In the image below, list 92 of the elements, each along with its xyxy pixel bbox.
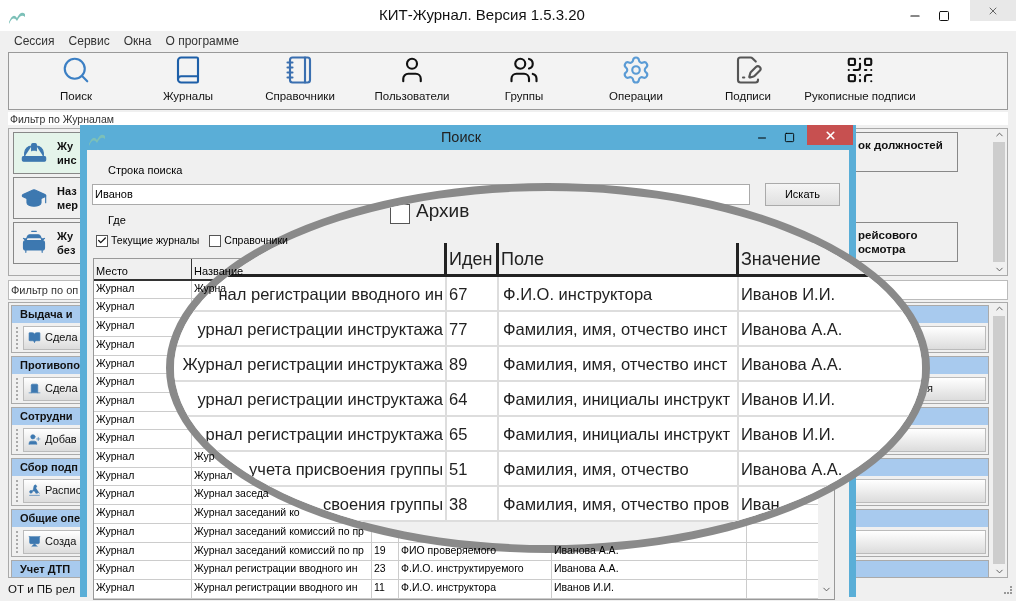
table-cell: Жур bbox=[194, 450, 215, 463]
column-header[interactable]: Место bbox=[96, 264, 128, 277]
table-cell: Иванов И.И. bbox=[741, 283, 836, 304]
table-cell: Иванов И.И. bbox=[554, 581, 614, 593]
checkbox[interactable] bbox=[390, 204, 410, 224]
table-cell: Журнал заседаний ко bbox=[194, 506, 300, 519]
dialog-title: Поиск bbox=[439, 127, 483, 147]
checkbox-label: Справочники bbox=[224, 233, 288, 248]
checkbox[interactable] bbox=[209, 234, 222, 247]
journal-title: ок должностей bbox=[858, 138, 943, 152]
toolbar-button[interactable]: Пользователи bbox=[356, 54, 468, 105]
table-cell: Журнал заседаний комиссий по пр bbox=[194, 543, 364, 556]
menu-item[interactable]: О программе bbox=[165, 32, 239, 50]
table-cell: 23 bbox=[374, 562, 386, 575]
table-cell: Журнал bbox=[96, 524, 135, 537]
table-cell: Журнал bbox=[96, 543, 135, 556]
table-cell: Журнал bbox=[96, 581, 135, 593]
toolbar-button[interactable]: Справочники bbox=[244, 54, 356, 105]
table-cell: Фамилия, имя, отчество bbox=[503, 458, 689, 479]
table-cell: Ф.И.О. инструктора bbox=[401, 581, 496, 593]
open-book-icon bbox=[28, 331, 41, 344]
maximize-icon[interactable] bbox=[784, 132, 795, 143]
checkbox-label: Текущие журналы bbox=[111, 233, 200, 248]
filter-field[interactable]: Фильтр по Журналам bbox=[8, 112, 1008, 125]
table-cell: 64 bbox=[449, 388, 468, 409]
journal-subtitle: инс bbox=[57, 153, 77, 167]
table-cell: Журнал bbox=[96, 319, 135, 332]
toolbar-button[interactable]: Журналы bbox=[132, 54, 244, 105]
table-cell: 19 bbox=[374, 543, 386, 556]
table-cell: Иванова А.А. bbox=[554, 562, 619, 575]
field-label: Где bbox=[108, 212, 126, 228]
journal-subtitle: без bbox=[57, 243, 76, 257]
menu-item[interactable]: Сервис bbox=[68, 32, 110, 50]
table-cell: 51 bbox=[449, 458, 468, 479]
add-user-icon bbox=[28, 433, 41, 446]
table-cell: Журнал bbox=[194, 468, 233, 481]
gear-icon bbox=[621, 54, 651, 85]
table-cell: учета присвоения группы bbox=[249, 458, 443, 479]
journal-title: Жу bbox=[57, 229, 75, 243]
column-header[interactable]: Поле bbox=[501, 249, 545, 269]
table-cell: Журнал bbox=[96, 562, 135, 575]
table-cell: 65 bbox=[449, 423, 468, 444]
window-title: КИТ-Журнал. Версия 1.5.3.20 bbox=[378, 5, 586, 26]
maximize-icon[interactable] bbox=[938, 9, 950, 22]
table-cell: Журнал bbox=[96, 337, 135, 350]
close-icon bbox=[823, 128, 837, 142]
table-cell: ФИО проверяемого bbox=[401, 543, 497, 556]
resize-grip-icon[interactable] bbox=[1004, 585, 1012, 594]
journal-title: Жу bbox=[57, 139, 75, 153]
column-header[interactable]: Название bbox=[194, 264, 244, 277]
search-button[interactable]: Искать bbox=[765, 182, 840, 206]
table-cell: рнал регистрации инструктажа bbox=[205, 423, 443, 444]
toolbar-button[interactable]: Операции bbox=[580, 54, 692, 105]
door-icon bbox=[28, 382, 41, 395]
table-cell: Журнал заседа bbox=[194, 487, 269, 500]
toolbar-button[interactable]: Подписи bbox=[692, 54, 804, 105]
table-cell: Журнал bbox=[96, 375, 135, 388]
table-cell: Журнал bbox=[96, 431, 135, 444]
table-cell: Журнал регистрации вводного ин bbox=[194, 562, 358, 575]
checkbox[interactable] bbox=[96, 234, 108, 247]
table-cell: 67 bbox=[449, 283, 468, 304]
table-cell: Ф.И.О. инструктируемого bbox=[401, 562, 524, 575]
table-cell: урнал регистрации инструктажа bbox=[197, 388, 443, 409]
table-cell: Журнал bbox=[96, 356, 135, 369]
status-text: ОТ и ПБ рел bbox=[8, 581, 75, 597]
table-cell: Журнал bbox=[96, 281, 135, 294]
toolbar-button[interactable]: Группы bbox=[468, 54, 580, 105]
table-cell: 11 bbox=[374, 581, 385, 593]
journal-subtitle: осмотра bbox=[858, 242, 907, 256]
table-cell: Ф.И.О. инструктора bbox=[503, 283, 653, 304]
close-button[interactable] bbox=[807, 125, 853, 145]
journal-title: рейсового bbox=[858, 228, 918, 242]
menu-item[interactable]: Окна bbox=[123, 32, 152, 50]
signature-icon bbox=[28, 484, 41, 497]
table-cell: Журнал регистрации вводного ин bbox=[194, 581, 358, 593]
table-cell: Журнал bbox=[96, 487, 135, 500]
table-cell: Журнал заседаний комиссий по пр bbox=[194, 524, 364, 537]
journal-subtitle: мер bbox=[57, 198, 78, 212]
table-cell: Журнал bbox=[96, 393, 135, 406]
journal-title: Наз bbox=[57, 184, 78, 198]
table-cell: Фамилия, инициалы инструкт bbox=[503, 423, 731, 444]
field-label: Строка поиска bbox=[108, 163, 183, 178]
table-cell: Журнал bbox=[96, 412, 135, 425]
toolbar-button[interactable]: Поиск bbox=[20, 54, 132, 105]
menu-item[interactable]: Сессия bbox=[14, 32, 55, 50]
table-cell: Иванова А.А. bbox=[741, 458, 843, 479]
table-cell: Иванов И.И. bbox=[741, 388, 836, 409]
column-header[interactable]: Значение bbox=[741, 249, 821, 269]
column-header[interactable]: Иден bbox=[449, 249, 493, 269]
table-cell: Фамилия, инициалы инструкт bbox=[503, 388, 731, 409]
toolbar-button[interactable]: Рукописные подписи bbox=[804, 54, 916, 105]
table-cell: Иванов И.И. bbox=[741, 423, 836, 444]
